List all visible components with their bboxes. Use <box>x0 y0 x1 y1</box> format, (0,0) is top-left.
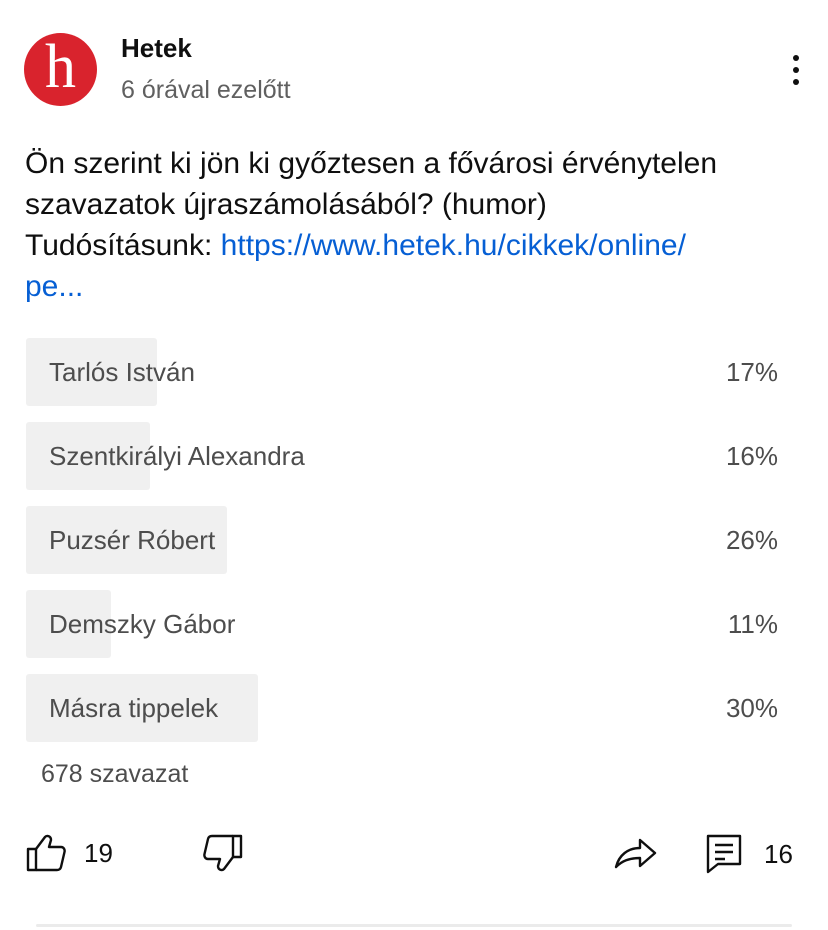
vote-count: 678 szavazat <box>41 760 189 788</box>
menu-dot <box>793 79 799 85</box>
poll-option-label: Demszky Gábor <box>49 609 236 639</box>
poll-option[interactable]: Demszky Gábor 11% <box>26 590 788 658</box>
channel-avatar[interactable]: h <box>24 33 97 106</box>
share-button[interactable] <box>614 835 658 871</box>
dislike-button[interactable] <box>203 834 243 872</box>
poll-option[interactable]: Tarlós István 17% <box>26 338 788 406</box>
poll-option-percent: 11% <box>727 609 778 639</box>
poll-option-label: Puzsér Róbert <box>49 525 216 555</box>
post-time: 6 órával ezelőtt <box>121 76 291 104</box>
poll-option-percent: 17% <box>725 357 778 387</box>
post-text: Ön szerint ki jön ki győztesen a főváros… <box>25 143 805 307</box>
poll-option[interactable]: Másra tippelek 30% <box>26 674 788 742</box>
post-header: h Hetek 6 órával ezelőtt <box>0 0 828 130</box>
thumb-up-icon <box>26 834 66 872</box>
share-icon <box>614 835 658 871</box>
more-options-button[interactable] <box>776 50 816 90</box>
menu-dot <box>793 55 799 61</box>
article-link-continued[interactable]: pe... <box>25 270 83 303</box>
poll: Tarlós István 17% Szentkirályi Alexandra… <box>26 338 788 758</box>
channel-name[interactable]: Hetek <box>121 33 192 64</box>
article-link[interactable]: https://www.hetek.hu/cikkek/online/ <box>221 229 686 262</box>
link-prefix: Tudósításunk: <box>25 229 221 262</box>
thumb-down-icon <box>203 834 243 872</box>
post-text-line: szavazatok újraszámolásából? (humor) <box>25 188 547 221</box>
divider <box>36 924 792 927</box>
comment-icon <box>706 834 742 874</box>
like-count: 19 <box>84 837 113 868</box>
poll-option-percent: 30% <box>725 693 778 723</box>
poll-option-label: Szentkirályi Alexandra <box>49 441 305 471</box>
like-button[interactable]: 19 <box>26 834 113 872</box>
poll-option-label: Tarlós István <box>49 357 195 387</box>
post-text-line: Ön szerint ki jön ki győztesen a főváros… <box>25 147 718 180</box>
poll-option[interactable]: Szentkirályi Alexandra 16% <box>26 422 788 490</box>
post-text-link-line: Tudósításunk: https://www.hetek.hu/cikke… <box>25 225 805 266</box>
poll-option-label: Másra tippelek <box>49 693 219 723</box>
poll-option-percent: 16% <box>725 441 778 471</box>
poll-option-percent: 26% <box>725 525 778 555</box>
poll-option[interactable]: Puzsér Róbert 26% <box>26 506 788 574</box>
menu-dot <box>793 67 799 73</box>
comment-button[interactable]: 16 <box>706 834 793 874</box>
comment-count: 16 <box>764 838 793 869</box>
action-bar: 19 16 <box>0 826 828 882</box>
avatar-letter: h <box>45 32 76 101</box>
